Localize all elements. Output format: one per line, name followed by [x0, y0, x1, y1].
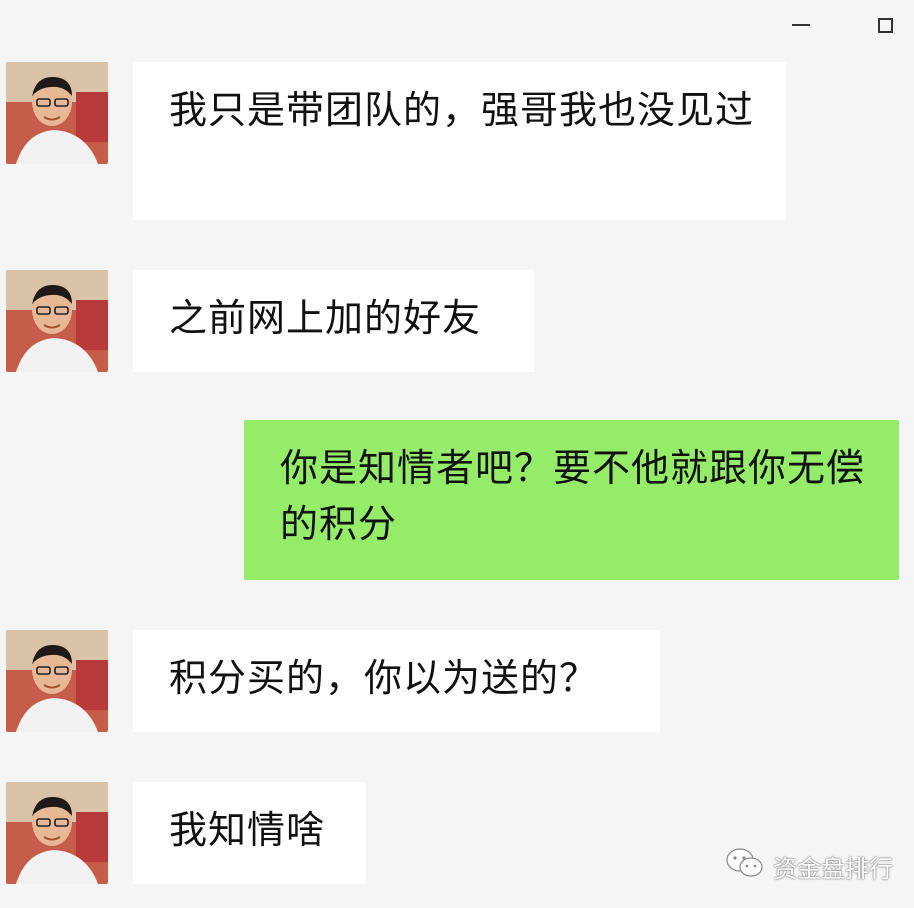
- maximize-icon: [877, 17, 893, 33]
- contact-avatar[interactable]: [6, 270, 108, 372]
- message-text: 你是知情者吧？要不他就跟你无偿的积分: [280, 446, 866, 546]
- my-message-bubble[interactable]: 你是知情者吧？要不他就跟你无偿的积分: [244, 420, 899, 580]
- message-bubble[interactable]: 我知情啥: [133, 782, 366, 884]
- message-bubble[interactable]: 之前网上加的好友: [133, 270, 535, 372]
- contact-avatar[interactable]: [6, 782, 108, 884]
- maximize-button[interactable]: [870, 10, 900, 40]
- message-bubble[interactable]: 积分买的，你以为送的？: [133, 630, 660, 732]
- message-text: 我只是带团队的，强哥我也没见过: [169, 88, 755, 132]
- wechat-icon: [725, 847, 765, 885]
- contact-avatar[interactable]: [6, 630, 108, 732]
- contact-avatar[interactable]: [6, 62, 108, 164]
- message-text: 之前网上加的好友: [169, 296, 482, 340]
- message-text: 我知情啥: [169, 808, 326, 852]
- minimize-button[interactable]: [786, 10, 816, 40]
- message-text: 积分买的，你以为送的？: [169, 656, 599, 700]
- message-bubble[interactable]: 我只是带团队的，强哥我也没见过: [133, 62, 786, 220]
- watermark: 资金盘排行: [725, 846, 893, 886]
- minimize-icon: [792, 24, 810, 26]
- watermark-text: 资金盘排行: [773, 854, 893, 883]
